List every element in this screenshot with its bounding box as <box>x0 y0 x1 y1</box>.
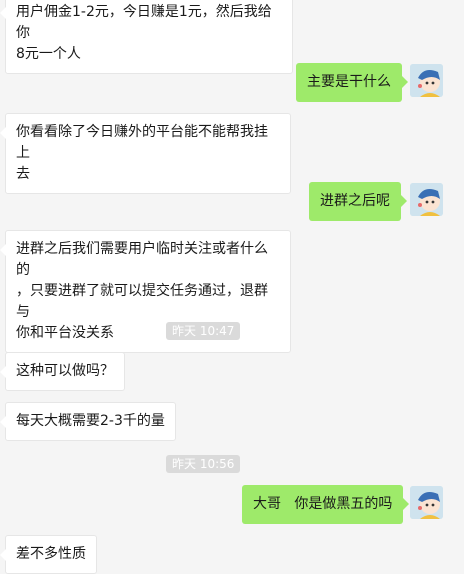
message-bubble-received[interactable]: 这种可以做吗？ <box>0 352 125 391</box>
avatar[interactable] <box>410 486 443 519</box>
avatar[interactable] <box>410 183 443 216</box>
message-bubble-sent[interactable]: 大哥 你是做黑五的吗 <box>242 485 410 524</box>
message-bubble-received[interactable]: 你看看除了今日赚外的平台能不能帮我挂上 去 <box>0 113 291 194</box>
message-bubble-sent[interactable]: 主要是干什么 <box>296 63 408 102</box>
message-bubble-received[interactable]: 进群之后我们需要用户临时关注或者什么的 ，只要进群了就可以提交任务通过，退群与 … <box>0 230 291 353</box>
message-bubble-received[interactable]: 用户佣金1-2元，今日赚是1元，然后我给你 8元一个人 <box>0 0 293 74</box>
cartoon-avatar-icon <box>410 64 443 97</box>
timestamp: 昨天 10:56 <box>166 455 241 473</box>
message-bubble-received[interactable]: 差不多性质 <box>0 535 97 574</box>
avatar[interactable] <box>410 64 443 97</box>
message-bubble-sent[interactable]: 进群之后呢 <box>309 182 407 221</box>
cartoon-avatar-icon <box>410 183 443 216</box>
timestamp: 昨天 10:47 <box>166 322 241 340</box>
cartoon-avatar-icon <box>410 486 443 519</box>
message-bubble-received[interactable]: 每天大概需要2-3千的量 <box>0 402 176 441</box>
